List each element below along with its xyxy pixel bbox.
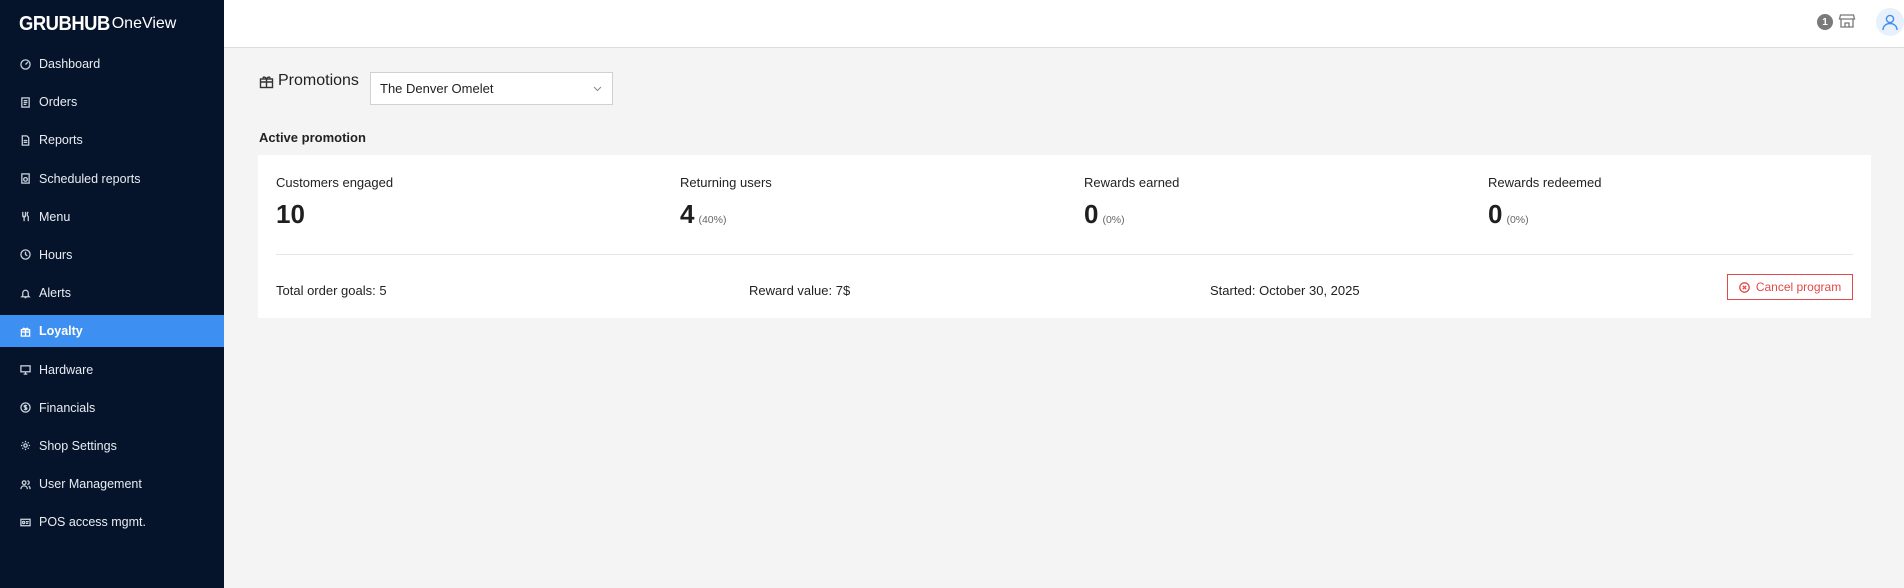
sidebar: GRUBHUB OneView Dashboard Orders Reports… (0, 0, 224, 588)
stat-label: Customers engaged (276, 175, 394, 190)
id-card-icon (19, 516, 31, 528)
total-order-goals: Total order goals: 5 (276, 283, 387, 298)
monitor-icon (19, 364, 31, 376)
sidebar-item-label: POS access mgmt. (39, 515, 146, 530)
document-icon (19, 134, 31, 146)
chevron-down-icon (593, 86, 602, 92)
user-icon (1882, 14, 1898, 31)
reward-value: Reward value: 7$ (749, 283, 851, 298)
stat-value: 0 (0%) (1084, 199, 1179, 230)
sidebar-item-label: Reports (39, 133, 83, 148)
cancel-program-button[interactable]: Cancel program (1727, 274, 1853, 300)
stat-value: 4 (40%) (680, 199, 772, 230)
gear-icon (19, 440, 31, 452)
sidebar-item-label: Hardware (39, 362, 94, 377)
user-avatar[interactable] (1876, 8, 1904, 36)
sidebar-item-pos-access[interactable]: POS access mgmt. (0, 506, 224, 538)
sidebar-item-scheduled-reports[interactable]: Scheduled reports (0, 163, 224, 195)
gauge-icon (19, 58, 31, 70)
stat-number: 4 (680, 199, 695, 229)
store-icon[interactable] (1838, 12, 1856, 30)
product-name: OneView (111, 15, 177, 32)
stat-customers-engaged: Customers engaged 10 (276, 175, 393, 230)
sidebar-item-label: Dashboard (39, 57, 101, 71)
app-logo[interactable]: GRUBHUB OneView (0, 0, 224, 48)
sidebar-item-loyalty[interactable]: Loyalty (0, 315, 224, 348)
sidebar-item-label: Scheduled reports (39, 171, 141, 186)
promotions-header: Promotions (259, 72, 359, 90)
sidebar-item-label: Financials (39, 400, 96, 415)
sidebar-item-dashboard[interactable]: Dashboard (0, 48, 224, 80)
stat-number: 10 (276, 199, 305, 229)
promotion-card: Customers engaged 10 Returning users 4 (… (258, 155, 1871, 318)
gift-icon (259, 75, 274, 88)
stat-value: 10 (276, 199, 393, 230)
bell-icon (19, 287, 31, 299)
sidebar-item-label: Hours (39, 247, 73, 262)
sidebar-item-label: User Management (39, 477, 142, 492)
sidebar-item-reports[interactable]: Reports (0, 124, 224, 156)
divider (276, 254, 1853, 255)
stat-number: 0 (1488, 199, 1503, 229)
sidebar-item-hardware[interactable]: Hardware (0, 354, 224, 386)
sidebar-item-label: Loyalty (39, 324, 83, 339)
start-date: Started: October 30, 2025 (1210, 283, 1360, 298)
stat-rewards-redeemed: Rewards redeemed 0 (0%) (1488, 175, 1601, 230)
sidebar-item-hours[interactable]: Hours (0, 239, 224, 271)
stat-returning-users: Returning users 4 (40%) (680, 175, 772, 230)
store-select-value: The Denver Omelet (380, 81, 494, 96)
promotion-stats: Customers engaged 10 Returning users 4 (… (276, 175, 1853, 235)
page-title-text: Promotions (278, 72, 359, 89)
notification-badge[interactable]: 1 (1817, 14, 1833, 30)
brand-name: GRUBHUB (19, 12, 110, 35)
stat-label: Rewards earned (1084, 175, 1180, 190)
stat-percent: (40%) (698, 214, 727, 226)
sidebar-item-orders[interactable]: Orders (0, 86, 224, 118)
dollar-circle-icon (19, 402, 31, 414)
sidebar-item-user-management[interactable]: User Management (0, 468, 224, 500)
gift-icon (19, 325, 31, 337)
utensils-icon (19, 211, 31, 223)
receipt-icon (19, 96, 31, 108)
stat-percent: (0%) (1506, 214, 1529, 226)
store-select[interactable]: The Denver Omelet (370, 72, 613, 105)
sidebar-item-alerts[interactable]: Alerts (0, 277, 224, 309)
stat-value: 0 (0%) (1488, 199, 1601, 230)
clock-icon (19, 249, 31, 261)
stat-rewards-earned: Rewards earned 0 (0%) (1084, 175, 1179, 230)
close-circle-icon (1738, 281, 1750, 293)
stat-label: Returning users (680, 175, 772, 190)
sidebar-item-financials[interactable]: Financials (0, 392, 224, 424)
cancel-program-label: Cancel program (1755, 280, 1842, 294)
sidebar-nav: Dashboard Orders Reports Scheduled repor… (0, 48, 224, 538)
stat-label: Rewards redeemed (1488, 175, 1602, 190)
sidebar-item-label: Menu (39, 209, 71, 224)
section-title: Active promotion (259, 130, 366, 145)
page-title: Promotions (259, 72, 359, 90)
stat-percent: (0%) (1102, 214, 1125, 226)
sidebar-item-label: Shop Settings (39, 438, 117, 453)
sidebar-item-label: Alerts (39, 286, 71, 301)
sidebar-item-shop-settings[interactable]: Shop Settings (0, 430, 224, 462)
sidebar-item-menu[interactable]: Menu (0, 201, 224, 233)
users-icon (19, 478, 31, 490)
sidebar-item-label: Orders (39, 95, 78, 110)
stat-number: 0 (1084, 199, 1099, 229)
top-bar (224, 0, 1904, 48)
calendar-document-icon (19, 173, 31, 185)
